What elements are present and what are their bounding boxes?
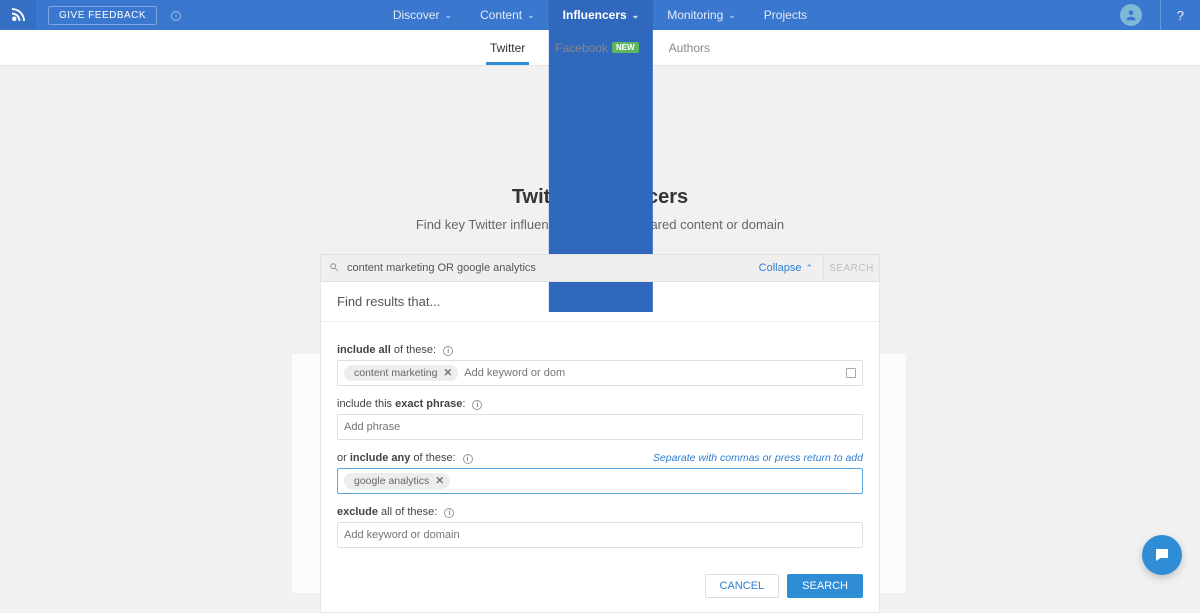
domain-icon[interactable] [846,368,856,378]
label-bold: exact phrase [395,398,462,410]
field-label: include all of these: i [337,344,863,356]
label-post: : [462,398,465,410]
tab-facebook[interactable]: Facebook NEW [555,30,638,65]
info-icon[interactable]: i [443,346,453,356]
chevron-down-icon: ⌄ [632,10,640,21]
info-icon[interactable]: i [167,9,181,21]
chip-remove-icon[interactable]: ✕ [443,367,452,379]
label-pre: or [337,452,350,464]
signal-icon [9,6,27,24]
new-badge: NEW [612,42,639,53]
include-any-text-input[interactable] [456,475,856,487]
search-bar: content marketing OR google analytics Co… [320,254,880,282]
field-label: or include any of these: i Separate with… [337,452,863,464]
exact-phrase-text-input[interactable] [344,421,856,433]
field-hint: Separate with commas or press return to … [653,452,863,464]
person-icon [1124,8,1138,22]
tab-label: Authors [669,41,710,55]
include-any-input[interactable]: google analytics ✕ [337,468,863,494]
search-icon [321,262,347,275]
label-bold: include any [350,452,411,464]
user-avatar[interactable] [1120,4,1142,26]
field-include-all: include all of these: i content marketin… [337,344,863,386]
field-include-any: or include any of these: i Separate with… [337,452,863,494]
info-icon[interactable]: i [472,400,482,410]
tab-label: Facebook [555,41,608,55]
search-button[interactable]: SEARCH [787,574,863,598]
collapse-toggle[interactable]: Collapse ⌃ [749,262,823,274]
advanced-search-panel: Find results that... include all of thes… [320,282,880,613]
include-all-input[interactable]: content marketing ✕ [337,360,863,386]
chip-label: google analytics [354,475,429,487]
label-bold: exclude [337,506,378,518]
field-label: exclude all of these: i [337,506,863,518]
label-bold: include all [337,344,391,356]
nav-label: Discover [393,8,440,22]
exact-phrase-input[interactable] [337,414,863,440]
info-icon[interactable]: i [444,508,454,518]
nav-label: Projects [764,8,807,22]
nav-label: Monitoring [667,8,723,22]
tab-twitter[interactable]: Twitter [490,30,525,65]
collapse-label: Collapse [759,262,802,274]
include-all-text-input[interactable] [464,367,838,379]
chat-widget[interactable] [1142,535,1182,575]
chip-remove-icon[interactable]: ✕ [435,475,444,487]
label-post: all of these: [378,506,437,518]
top-bar: GIVE FEEDBACK i Discover ⌄ Content ⌄ Inf… [0,0,1200,30]
search-query-text[interactable]: content marketing OR google analytics [347,262,749,274]
label-pre: include this [337,398,395,410]
chevron-down-icon: ⌄ [527,10,535,21]
nav-label: Content [480,8,522,22]
brand-logo[interactable] [0,0,36,30]
field-exact-phrase: include this exact phrase: i [337,398,863,440]
chat-icon [1153,546,1171,564]
chip-label: content marketing [354,367,437,379]
tab-label: Twitter [490,41,525,55]
panel-footer: CANCEL SEARCH [321,564,879,612]
chip-content-marketing: content marketing ✕ [344,365,458,381]
panel-body: include all of these: i content marketin… [321,322,879,564]
give-feedback-button[interactable]: GIVE FEEDBACK [48,6,157,25]
chevron-down-icon: ⌄ [728,10,736,21]
chip-google-analytics: google analytics ✕ [344,473,450,489]
nav-label: Influencers [563,8,627,22]
chevron-down-icon: ⌄ [445,10,453,21]
exclude-text-input[interactable] [344,529,856,541]
label-rest: of these: [391,344,436,356]
info-icon[interactable]: i [463,454,473,464]
sub-tabs: Twitter Facebook NEW Authors [0,30,1200,66]
tab-authors[interactable]: Authors [669,30,710,65]
cancel-button[interactable]: CANCEL [705,574,780,598]
exclude-input[interactable] [337,522,863,548]
search-button-disabled[interactable]: SEARCH [823,255,879,281]
help-button[interactable]: ? [1160,0,1200,30]
top-bar-right: ? [1120,0,1200,30]
field-label: include this exact phrase: i [337,398,863,410]
label-post: of these: [410,452,455,464]
chevron-up-icon: ⌃ [805,263,813,274]
field-exclude: exclude all of these: i [337,506,863,548]
